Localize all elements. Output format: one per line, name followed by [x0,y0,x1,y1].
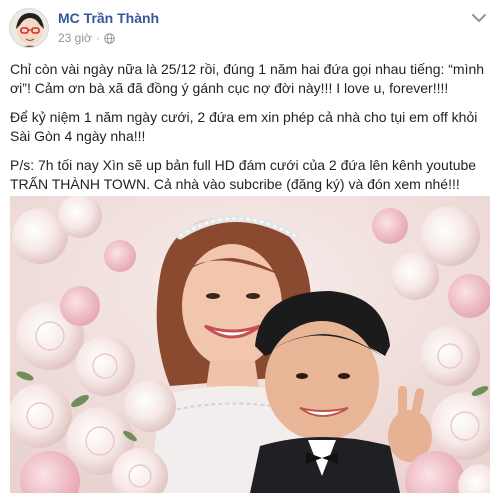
avatar[interactable] [9,8,49,48]
post-timestamp[interactable]: 23 giờ [58,31,92,45]
chevron-down-icon[interactable] [471,12,487,24]
wedding-photo [10,196,490,493]
post-meta: 23 giờ · [58,30,115,46]
post-photo[interactable] [10,196,490,493]
post-text: Chỉ còn vài ngày nữa là 25/12 rồi, đúng … [10,60,492,204]
meta-separator: · [95,31,100,45]
post-paragraph-3: P/s: 7h tối nay Xìn sẽ up bản full HD đá… [10,157,477,192]
facebook-post: MC Trần Thành 23 giờ · Chỉ còn vài ngày … [0,0,500,493]
globe-icon[interactable] [104,32,115,44]
post-paragraph-1: Chỉ còn vài ngày nữa là 25/12 rồi, đúng … [10,61,485,96]
post-header: MC Trần Thành 23 giờ · [0,0,500,52]
avatar-image [10,9,48,47]
post-paragraph-2: Để kỷ niệm 1 năm ngày cưới, 2 đứa em xin… [10,109,478,144]
author-name[interactable]: MC Trần Thành [58,10,159,26]
